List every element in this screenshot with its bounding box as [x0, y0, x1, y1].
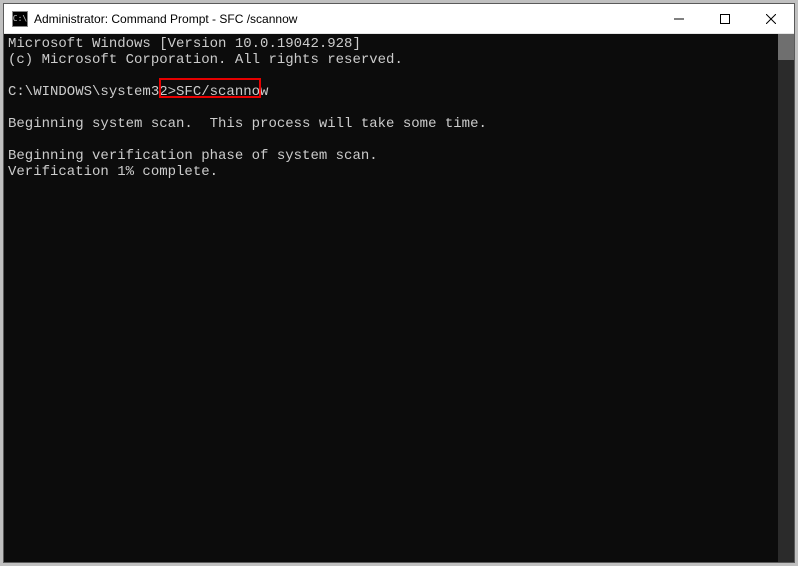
- terminal-output[interactable]: Microsoft Windows [Version 10.0.19042.92…: [4, 34, 778, 562]
- close-button[interactable]: [748, 4, 794, 33]
- window-controls: [656, 4, 794, 33]
- command-prompt-window: C:\ Administrator: Command Prompt - SFC …: [3, 3, 795, 563]
- minimize-icon: [674, 14, 684, 24]
- scrollbar-thumb[interactable]: [778, 34, 794, 60]
- cmd-icon: C:\: [12, 11, 28, 27]
- maximize-button[interactable]: [702, 4, 748, 33]
- window-title: Administrator: Command Prompt - SFC /sca…: [34, 12, 656, 26]
- maximize-icon: [720, 14, 730, 24]
- close-icon: [766, 14, 776, 24]
- scrollbar[interactable]: [778, 34, 794, 562]
- terminal-area: Microsoft Windows [Version 10.0.19042.92…: [4, 34, 794, 562]
- titlebar[interactable]: C:\ Administrator: Command Prompt - SFC …: [4, 4, 794, 34]
- minimize-button[interactable]: [656, 4, 702, 33]
